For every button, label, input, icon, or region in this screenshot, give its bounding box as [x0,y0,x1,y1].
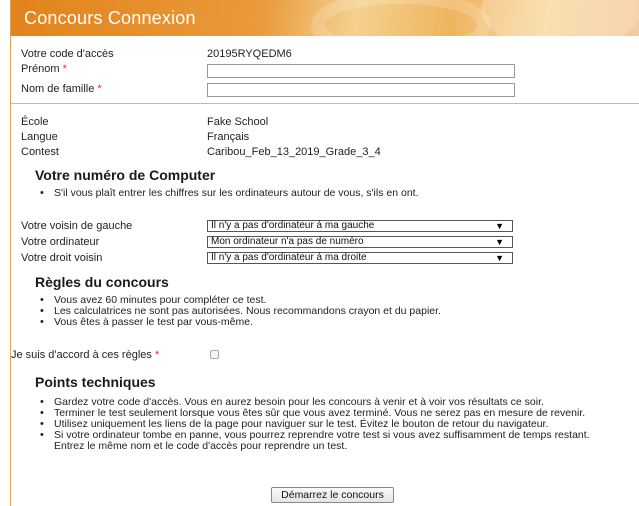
first-name-field[interactable] [207,64,515,78]
start-contest-button[interactable]: Démarrez le concours [271,487,394,503]
left-neighbor-selected: Il n'y a pas d'ordinateur à ma gauche [211,220,375,231]
access-code-label: Votre code d'accès [21,48,114,60]
left-neighbor-label: Votre voisin de gauche [21,220,133,232]
first-name-label-text: Prénom [21,63,60,75]
right-neighbor-selected: Il n'y a pas d'ordinateur à ma droite [211,252,367,263]
dropdown-arrow-icon: ▼ [495,253,504,263]
right-neighbor-label: Votre droit voisin [21,252,103,264]
required-mark: * [62,63,67,75]
my-computer-select[interactable]: Mon ordinateur n'a pas de numéro ▼ [207,236,513,248]
rules-bullets: Vous avez 60 minutes pour compléter ce t… [37,295,617,329]
dropdown-arrow-icon: ▼ [495,237,504,247]
computer-number-heading: Votre numéro de Computer [35,167,216,183]
first-name-label: Prénom * [21,62,67,76]
computer-number-bullets: S'il vous plaît entrer les chiffres sur … [37,188,617,200]
contest-value: Caribou_Feb_13_2019_Grade_3_4 [207,146,381,158]
header-decoration [481,0,639,36]
rules-heading: Règles du concours [35,274,169,290]
technical-bullets: Gardez votre code d'accès. Vous en aurez… [37,397,617,452]
my-computer-label: Votre ordinateur [21,236,100,248]
agree-label: Je suis d'accord à ces règles * [11,348,159,362]
access-code-value: 20195RYQEDM6 [207,48,292,60]
left-neighbor-select[interactable]: Il n'y a pas d'ordinateur à ma gauche ▼ [207,220,513,232]
list-item: Si votre ordinateur tombe en panne, vous… [37,430,617,452]
language-value: Français [207,131,250,143]
school-value: Fake School [207,116,269,128]
header-banner: Concours Connexion [11,0,639,36]
section-divider [11,103,639,104]
my-computer-selected: Mon ordinateur n'a pas de numéro [211,236,364,247]
agree-label-text: Je suis d'accord à ces règles [11,349,152,361]
last-name-label-text: Nom de famille [21,83,95,95]
agree-checkbox[interactable] [210,350,219,359]
page-title: Concours Connexion [24,8,196,28]
list-item: Vous êtes à passer le test par vous-même… [37,317,617,329]
right-neighbor-select[interactable]: Il n'y a pas d'ordinateur à ma droite ▼ [207,252,513,264]
required-mark: * [97,83,102,95]
technical-heading: Points techniques [35,374,156,390]
required-mark: * [154,349,160,361]
language-label: Langue [21,131,58,143]
last-name-field[interactable] [207,83,515,97]
dropdown-arrow-icon: ▼ [495,221,504,231]
header-decoration [311,0,491,36]
list-item: S'il vous plaît entrer les chiffres sur … [37,188,617,200]
school-label: École [21,116,49,128]
contest-label: Contest [21,146,59,158]
last-name-label: Nom de famille * [21,82,102,96]
